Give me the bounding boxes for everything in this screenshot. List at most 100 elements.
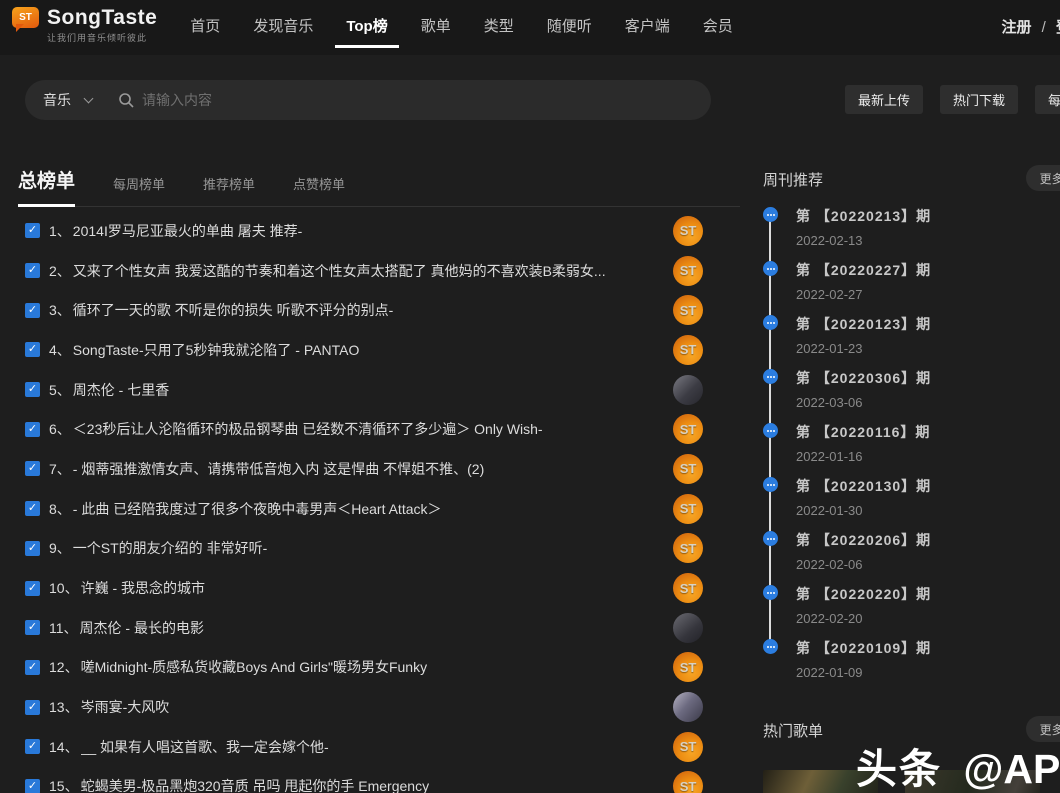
weekly-issue-date: 2022-02-27 xyxy=(796,287,1060,302)
song-rank: 11、 xyxy=(49,618,78,638)
nav-item[interactable]: 首页 xyxy=(190,15,220,36)
song-checkbox[interactable] xyxy=(25,700,40,715)
song-checkbox[interactable] xyxy=(25,461,40,476)
user-avatar[interactable]: ST xyxy=(673,732,703,762)
song-title-link[interactable]: 循环了一天的歌 不听是你的损失 听歌不评分的别点- xyxy=(73,300,393,320)
song-checkbox[interactable] xyxy=(25,779,40,793)
weekly-issue-title[interactable]: 第 【20220227】期 xyxy=(796,260,1060,280)
song-checkbox[interactable] xyxy=(25,660,40,675)
search-row: 音乐 最新上传 热门下载 每周榜 xyxy=(25,80,1060,120)
auth-links: 注册 / 登录 xyxy=(1001,16,1060,37)
tab[interactable]: 点赞榜单 xyxy=(293,174,345,193)
song-checkbox[interactable] xyxy=(25,223,40,238)
logo[interactable]: ST SongTaste 让我们用音乐倾听彼此 xyxy=(12,7,157,44)
weekly-issue-title[interactable]: 第 【20220130】期 xyxy=(796,476,1060,496)
weekly-issue-title[interactable]: 第 【20220116】期 xyxy=(796,422,1060,442)
tab[interactable]: 总榜单 xyxy=(18,166,75,193)
tab[interactable]: 每周榜单 xyxy=(113,174,165,193)
watermark-prefix: 头条 xyxy=(856,746,942,792)
song-title-link[interactable]: 又来了个性女声 我爱这酷的节奏和着这个性女声太搭配了 真他妈的不喜欢装B柔弱女.… xyxy=(73,261,606,281)
search-input[interactable] xyxy=(142,92,693,108)
weekly-issue-item[interactable]: 第 【20220109】期 2022-01-09 xyxy=(763,638,1060,692)
song-title-link[interactable]: 周杰伦 - 最长的电影 xyxy=(80,618,204,638)
weekly-issue-title[interactable]: 第 【20220213】期 xyxy=(796,206,1060,226)
weekly-issue-title[interactable]: 第 【20220123】期 xyxy=(796,314,1060,334)
weekly-issue-item[interactable]: 第 【20220123】期 2022-01-23 xyxy=(763,314,1060,368)
song-checkbox[interactable] xyxy=(25,620,40,635)
nav-item[interactable]: Top榜 xyxy=(346,15,387,36)
song-title-link[interactable]: 一个ST的朋友介绍的 非常好听- xyxy=(73,538,267,558)
weekly-issue-title[interactable]: 第 【20220109】期 xyxy=(796,638,1060,658)
song-checkbox[interactable] xyxy=(25,422,40,437)
weekly-issue-item[interactable]: 第 【20220213】期 2022-02-13 xyxy=(763,206,1060,260)
weekly-issue-item[interactable]: 第 【20220227】期 2022-02-27 xyxy=(763,260,1060,314)
song-title-link[interactable]: ＜23秒后让人沦陷循环的极品钢琴曲 已经数不清循环了多少遍＞ Only Wish… xyxy=(73,419,543,439)
action-button[interactable]: 每周榜 xyxy=(1035,85,1060,114)
song-title-link[interactable]: __ 如果有人唱这首歌、我一定会嫁个他- xyxy=(81,737,329,757)
chevron-down-icon[interactable] xyxy=(84,94,94,104)
song-checkbox[interactable] xyxy=(25,739,40,754)
user-avatar[interactable]: ST xyxy=(673,573,703,603)
song-title-link[interactable]: 嗟Midnight-质感私货收藏Boys And Girls"暖场男女Funky xyxy=(81,657,428,677)
search-category-select[interactable]: 音乐 xyxy=(43,90,71,110)
song-checkbox[interactable] xyxy=(25,303,40,318)
weekly-issue-item[interactable]: 第 【20220130】期 2022-01-30 xyxy=(763,476,1060,530)
song-checkbox[interactable] xyxy=(25,382,40,397)
user-avatar[interactable]: ST xyxy=(673,652,703,682)
song-row: 8、 - 此曲 已经陪我度过了很多个夜晚中毒男声＜Heart Attack＞ S… xyxy=(18,489,740,529)
nav-item[interactable]: 发现音乐 xyxy=(253,15,313,36)
song-rank: 2、 xyxy=(49,261,71,281)
tab[interactable]: 推荐榜单 xyxy=(203,174,255,193)
weekly-issue-title[interactable]: 第 【20220306】期 xyxy=(796,368,1060,388)
login-link[interactable]: 登录 xyxy=(1056,19,1060,36)
weekly-issue-item[interactable]: 第 【20220206】期 2022-02-06 xyxy=(763,530,1060,584)
nav-item[interactable]: 客户端 xyxy=(625,15,670,36)
song-title-link[interactable]: 岑雨宴-大风吹 xyxy=(81,697,170,717)
song-checkbox[interactable] xyxy=(25,541,40,556)
user-avatar[interactable] xyxy=(673,375,703,405)
weekly-more-button[interactable]: 更多 > xyxy=(1026,165,1060,191)
user-avatar[interactable]: ST xyxy=(673,771,703,793)
timeline-dot-icon xyxy=(763,477,778,492)
timeline-dot-icon xyxy=(763,315,778,330)
user-avatar[interactable] xyxy=(673,613,703,643)
song-checkbox[interactable] xyxy=(25,342,40,357)
register-link[interactable]: 注册 xyxy=(1001,19,1031,36)
song-title-link[interactable]: - 此曲 已经陪我度过了很多个夜晚中毒男声＜Heart Attack＞ xyxy=(73,499,442,519)
song-checkbox[interactable] xyxy=(25,581,40,596)
user-avatar[interactable]: ST xyxy=(673,335,703,365)
song-checkbox[interactable] xyxy=(25,263,40,278)
search-bar[interactable]: 音乐 xyxy=(25,80,711,120)
nav-item[interactable]: 随便听 xyxy=(547,15,592,36)
weekly-issue-item[interactable]: 第 【20220220】期 2022-02-20 xyxy=(763,584,1060,638)
song-title-link[interactable]: 2014I罗马尼亚最火的单曲 屠夫 推荐- xyxy=(73,221,302,241)
song-rank: 8、 xyxy=(49,499,71,519)
nav-item[interactable]: 类型 xyxy=(484,15,514,36)
song-checkbox[interactable] xyxy=(25,501,40,516)
song-title-link[interactable]: 许巍 - 我思念的城市 xyxy=(81,578,205,598)
user-avatar[interactable]: ST xyxy=(673,414,703,444)
user-avatar[interactable]: ST xyxy=(673,256,703,286)
song-title-link[interactable]: - 烟蒂强推激情女声、请携带低音炮入内 这是悍曲 不悍姐不推、(2) xyxy=(73,459,484,479)
logo-tagline: 让我们用音乐倾听彼此 xyxy=(47,31,157,44)
weekly-issue-item[interactable]: 第 【20220116】期 2022-01-16 xyxy=(763,422,1060,476)
user-avatar[interactable]: ST xyxy=(673,216,703,246)
weekly-issue-title[interactable]: 第 【20220220】期 xyxy=(796,584,1060,604)
action-button[interactable]: 热门下载 xyxy=(940,85,1018,114)
song-row: 11、 周杰伦 - 最长的电影 xyxy=(18,608,740,648)
user-avatar[interactable]: ST xyxy=(673,454,703,484)
user-avatar[interactable]: ST xyxy=(673,533,703,563)
song-title-link[interactable]: 周杰伦 - 七里香 xyxy=(73,380,169,400)
weekly-issue-item[interactable]: 第 【20220306】期 2022-03-06 xyxy=(763,368,1060,422)
nav-item[interactable]: 歌单 xyxy=(421,15,451,36)
user-avatar[interactable]: ST xyxy=(673,295,703,325)
song-title-link[interactable]: SongTaste-只用了5秒钟我就沦陷了 - PANTAO xyxy=(73,340,360,360)
song-title-link[interactable]: 蛇蝎美男-极品黑炮320音质 吊吗 甩起你的手 Emergency xyxy=(81,776,430,793)
action-button[interactable]: 最新上传 xyxy=(845,85,923,114)
sidebar: 周刊推荐 更多 > 第 【20220213】期 2022-02-13 第 【20… xyxy=(763,165,1060,793)
weekly-issue-title[interactable]: 第 【20220206】期 xyxy=(796,530,1060,550)
user-avatar[interactable] xyxy=(673,692,703,722)
weekly-issue-date: 2022-01-23 xyxy=(796,341,1060,356)
nav-item[interactable]: 会员 xyxy=(703,15,733,36)
user-avatar[interactable]: ST xyxy=(673,494,703,524)
